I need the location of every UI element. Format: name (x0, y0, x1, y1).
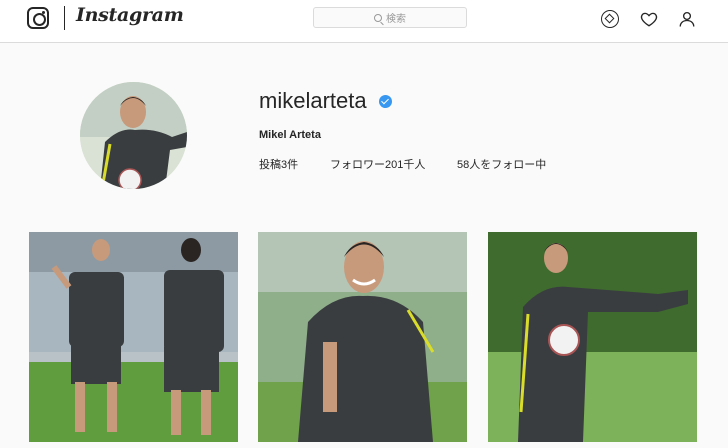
post-thumbnail[interactable] (488, 232, 697, 442)
nav-divider (64, 6, 65, 30)
posts-count: 投稿3件 (259, 159, 299, 171)
followers-link[interactable]: フォロワー201千人 (330, 156, 425, 172)
search-input[interactable]: 検索 (313, 7, 467, 28)
search-icon (374, 13, 382, 22)
person-icon[interactable] (678, 10, 696, 28)
verified-badge-icon (379, 95, 392, 108)
instagram-logo-icon[interactable] (27, 7, 49, 29)
profile-full-name: Mikel Arteta (259, 129, 321, 141)
profile-username: mikelarteta (259, 88, 367, 113)
post-thumbnail[interactable] (258, 232, 467, 442)
following-link[interactable]: 58人をフォロー中 (457, 156, 546, 172)
search-placeholder: 検索 (386, 14, 406, 25)
heart-icon[interactable] (640, 10, 658, 28)
instagram-wordmark[interactable]: Instagram (76, 4, 184, 26)
avatar[interactable] (80, 82, 187, 189)
post-thumbnail[interactable] (29, 232, 238, 442)
top-nav: Instagram 検索 (0, 0, 728, 43)
compass-icon[interactable] (601, 10, 619, 28)
